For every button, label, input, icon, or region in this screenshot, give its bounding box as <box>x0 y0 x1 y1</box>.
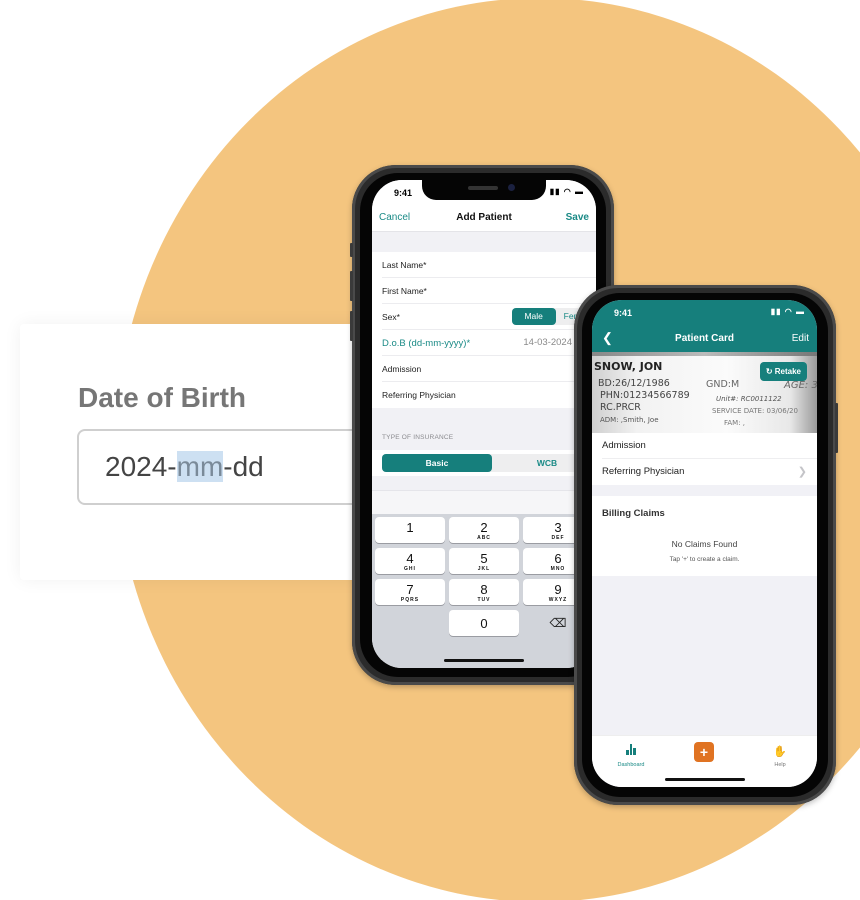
row-label: Admission <box>602 440 646 451</box>
retake-button[interactable]: ↻ Retake <box>759 362 807 381</box>
page-title: Patient Card <box>675 333 734 344</box>
last-name-field[interactable]: Last Name* <box>382 252 596 278</box>
card-name: SNOW, JON <box>594 360 663 373</box>
key-7[interactable]: 7 PQRS <box>375 579 445 605</box>
dob-value: 14-03-2024 <box>523 337 572 348</box>
tab-bar: Dashboard + ✋ Help <box>592 735 817 787</box>
home-indicator <box>444 659 524 662</box>
create-claim-hint: Tap '+' to create a claim. <box>669 556 740 563</box>
status-time: 9:41 <box>394 188 413 198</box>
field-label: Admission <box>382 364 422 374</box>
field-label: Sex* <box>382 312 400 322</box>
status-time: 9:41 <box>614 308 633 318</box>
speaker-grille <box>468 186 498 190</box>
billing-claims-title: Billing Claims <box>602 508 665 519</box>
tab-label: Dashboard <box>617 762 645 768</box>
field-label: Last Name* <box>382 260 427 270</box>
edit-button[interactable]: Edit <box>792 333 809 344</box>
patient-card-phone: 9:41 ▮▮ ◠ ▬ ❮ Patient Card Edit SNOW, JO… <box>574 285 838 805</box>
save-button[interactable]: Save <box>566 212 589 223</box>
dob-card: Date of Birth 2024-mm-dd <box>20 324 417 580</box>
first-name-field[interactable]: First Name* <box>382 278 596 304</box>
dob-field[interactable]: D.o.B (dd-mm-yyyy)* 14-03-2024 <box>382 330 596 356</box>
admission-row[interactable]: Admission <box>602 433 817 459</box>
dob-label: Date of Birth <box>78 382 246 413</box>
referring-physician-row[interactable]: Referring Physician ❯ <box>602 459 817 485</box>
card-fam: FAM: , <box>724 419 746 427</box>
card-strip <box>592 352 817 356</box>
tab-dashboard[interactable]: Dashboard <box>601 742 661 768</box>
sex-field: Sex* Male Female <box>382 304 596 330</box>
retake-label: Retake <box>774 367 801 376</box>
tab-label: Help <box>774 762 786 768</box>
key-1[interactable]: 1 <box>375 517 445 543</box>
patient-card-header: 9:41 ▮▮ ◠ ▬ ❮ Patient Card Edit <box>592 300 817 352</box>
card-rc: RC.PRCR <box>600 402 641 413</box>
admission-field[interactable]: Admission <box>382 356 596 382</box>
key-8[interactable]: 8 TUV <box>449 579 519 605</box>
card-gender: GND:M <box>706 379 740 390</box>
row-label: Referring Physician <box>602 466 685 477</box>
scanned-card-image: SNOW, JON BD:26/12/1986 PHN:01234566789 … <box>592 352 817 433</box>
phone-notch <box>422 180 546 200</box>
insurance-segmented-control: Basic WCB <box>382 454 596 472</box>
tab-help[interactable]: ✋ Help <box>750 742 810 768</box>
patient-details-list: Admission Referring Physician ❯ <box>592 433 817 485</box>
card-phn: PHN:01234566789 <box>600 390 690 401</box>
refresh-icon: ↻ <box>765 367 773 376</box>
sex-option-male[interactable]: Male <box>511 308 556 325</box>
patient-card-screen: 9:41 ▮▮ ◠ ▬ ❮ Patient Card Edit SNOW, JO… <box>592 300 817 787</box>
front-camera <box>508 184 515 191</box>
add-patient-screen: 9:41 ▮▮ ◠ ▬ Cancel Add Patient Save Last… <box>372 180 596 668</box>
card-unit: Unit#: RC0011122 <box>716 395 782 403</box>
hand-wave-icon: ✋ <box>773 746 787 758</box>
status-bar: 9:41 ▮▮ ◠ ▬ <box>592 300 817 324</box>
mute-switch <box>350 243 353 257</box>
numeric-keypad: 1 2 ABC 3 DEF 4 GHI 5 JKL 6 MNO 7 PQRS 8 TUV 9W… <box>372 514 596 668</box>
insurance-option-basic[interactable]: Basic <box>382 454 492 472</box>
home-indicator <box>664 778 745 781</box>
keyboard-accessory-bar: Done <box>372 490 596 514</box>
status-icons: ▮▮ ◠ ▬ <box>549 187 584 196</box>
power-button <box>835 403 838 453</box>
billing-claims-section: Billing Claims No Claims Found Tap '+' t… <box>592 496 817 576</box>
key-2[interactable]: 2 ABC <box>449 517 519 543</box>
insurance-section-header: TYPE OF INSURANCE <box>382 434 454 441</box>
bar-chart-icon <box>626 744 636 755</box>
page-title: Add Patient <box>456 212 512 223</box>
dob-month-segment[interactable]: mm <box>176 451 224 482</box>
dob-day-segment[interactable]: -dd <box>223 451 263 482</box>
key-4[interactable]: 4 GHI <box>375 548 445 574</box>
referring-physician-field[interactable]: Referring Physician <box>382 382 596 408</box>
card-service-date: SERVICE DATE: 03/06/20 <box>712 407 798 415</box>
volume-up-button <box>350 271 353 301</box>
add-claim-button[interactable]: + <box>694 742 714 762</box>
key-5[interactable]: 5 JKL <box>449 548 519 574</box>
field-label: First Name* <box>382 286 427 296</box>
patient-form: Last Name* First Name* Sex* Male Female … <box>372 252 596 408</box>
chevron-right-icon: ❯ <box>797 466 807 478</box>
card-birthdate: BD:26/12/1986 <box>598 378 670 389</box>
card-age: AGE: 3 <box>784 380 817 391</box>
nav-bar: Cancel Add Patient Save <box>372 204 596 232</box>
key-0[interactable]: 0 <box>449 610 519 636</box>
no-claims-message: No Claims Found <box>671 539 738 549</box>
dob-year-segment[interactable]: 2024- <box>105 451 177 482</box>
field-label: Referring Physician <box>382 390 456 400</box>
volume-down-button <box>350 311 353 341</box>
field-label: D.o.B (dd-mm-yyyy)* <box>382 338 471 349</box>
card-adm: ADM: ,Smith, Joe <box>600 416 659 424</box>
insurance-row: Basic WCB <box>372 450 596 476</box>
status-icons: ▮▮ ◠ ▬ <box>770 307 805 316</box>
